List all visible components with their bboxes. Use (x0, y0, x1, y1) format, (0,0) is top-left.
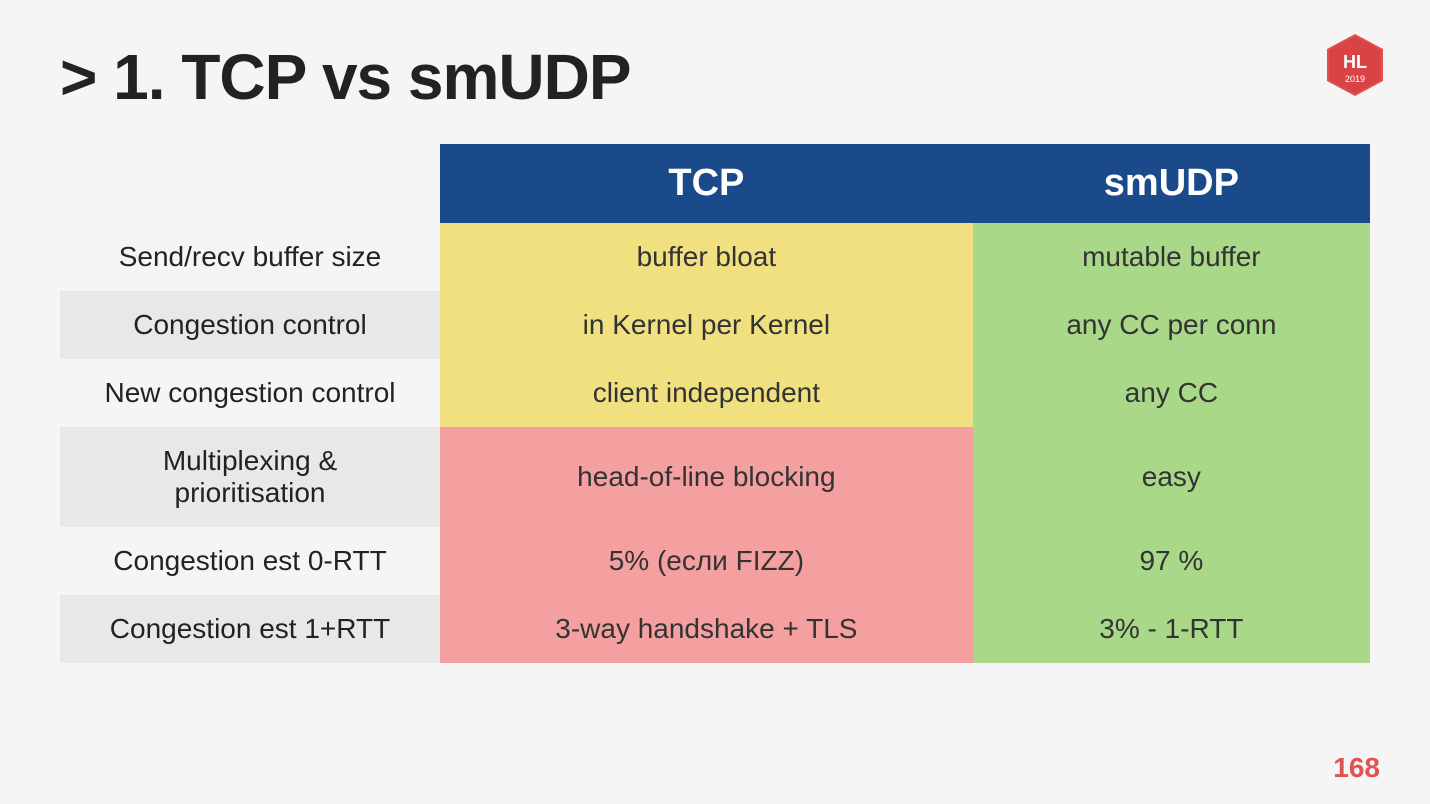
slide: HL 2019 > 1. TCP vs smUDP TCP smUDP Send… (0, 0, 1430, 804)
tcp-cell: buffer bloat (440, 223, 973, 291)
tcp-cell: client independent (440, 359, 973, 427)
tcp-cell: in Kernel per Kernel (440, 291, 973, 359)
smudp-cell: easy (973, 427, 1370, 527)
tcp-cell: 5% (если FIZZ) (440, 527, 973, 595)
row-label: Congestion est 1+RTT (60, 595, 440, 663)
row-label: New congestion control (60, 359, 440, 427)
table-row: New congestion controlclient independent… (60, 359, 1370, 427)
smudp-cell: any CC (973, 359, 1370, 427)
page-title: > 1. TCP vs smUDP (60, 40, 1370, 114)
tcp-cell: 3-way handshake + TLS (440, 595, 973, 663)
page-number: 168 (1333, 752, 1380, 784)
table-row: Congestion est 1+RTT3-way handshake + TL… (60, 595, 1370, 663)
row-label: Congestion est 0-RTT (60, 527, 440, 595)
header-empty (60, 144, 440, 223)
tcp-cell: head-of-line blocking (440, 427, 973, 527)
table-row: Multiplexing &prioritisationhead-of-line… (60, 427, 1370, 527)
smudp-cell: any CC per conn (973, 291, 1370, 359)
header-smudp: smUDP (973, 144, 1370, 223)
logo: HL 2019 (1320, 30, 1390, 100)
smudp-cell: mutable buffer (973, 223, 1370, 291)
smudp-cell: 97 % (973, 527, 1370, 595)
table-row: Congestion est 0-RTT5% (если FIZZ)97 % (60, 527, 1370, 595)
row-label: Send/recv buffer size (60, 223, 440, 291)
table-row: Send/recv buffer sizebuffer bloatmutable… (60, 223, 1370, 291)
svg-text:2019: 2019 (1345, 74, 1365, 84)
table-row: Congestion controlin Kernel per Kernelan… (60, 291, 1370, 359)
svg-text:HL: HL (1343, 52, 1367, 72)
row-label: Congestion control (60, 291, 440, 359)
comparison-table: TCP smUDP Send/recv buffer sizebuffer bl… (60, 144, 1370, 663)
smudp-cell: 3% - 1-RTT (973, 595, 1370, 663)
row-label: Multiplexing &prioritisation (60, 427, 440, 527)
header-tcp: TCP (440, 144, 973, 223)
